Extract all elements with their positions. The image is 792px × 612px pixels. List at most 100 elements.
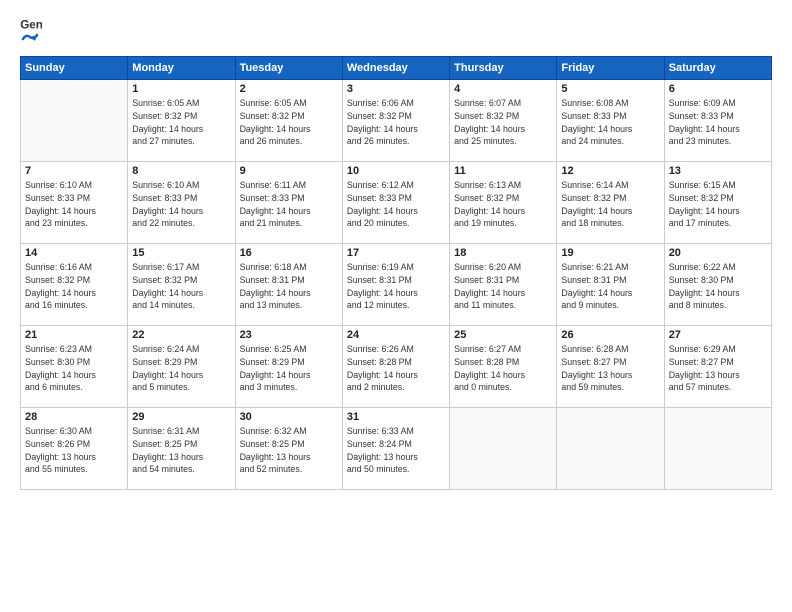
day-number: 19: [561, 247, 659, 259]
day-number: 12: [561, 165, 659, 177]
calendar-cell: 4 Sunrise: 6:07 AM Sunset: 8:32 PM Daylig…: [450, 80, 557, 162]
day-info: Sunrise: 6:16 AM Sunset: 8:32 PM Dayligh…: [25, 261, 123, 312]
day-info: Sunrise: 6:28 AM Sunset: 8:27 PM Dayligh…: [561, 343, 659, 394]
calendar-week-5: 28Sunrise: 6:30 AM Sunset: 8:26 PM Dayli…: [21, 408, 772, 490]
weekday-header-row: Sunday Monday Tuesday Wednesday Thursday…: [21, 57, 772, 80]
day-info: Sunrise: 6:24 AM Sunset: 8:29 PM Dayligh…: [132, 343, 230, 394]
calendar-cell: 31 Sunrise: 6:33 AM Sunset: 8:24 PM Dayli…: [342, 408, 449, 490]
calendar-cell: 19 Sunrise: 6:21 AM Sunset: 8:31 PM Dayli…: [557, 244, 664, 326]
day-number: 25: [454, 329, 552, 341]
calendar-cell: 18 Sunrise: 6:20 AM Sunset: 8:31 PM Dayli…: [450, 244, 557, 326]
day-info: Sunrise: 6:05 AM Sunset: 8:32 PM Dayligh…: [240, 97, 338, 148]
day-info: Sunrise: 6:21 AM Sunset: 8:31 PM Dayligh…: [561, 261, 659, 312]
day-number: 26: [561, 329, 659, 341]
calendar-cell: 20Sunrise: 6:22 AM Sunset: 8:30 PM Dayli…: [664, 244, 771, 326]
header-sunday: Sunday: [21, 57, 128, 80]
calendar-cell: 25 Sunrise: 6:27 AM Sunset: 8:28 PM Dayli…: [450, 326, 557, 408]
calendar-cell: 10Sunrise: 6:12 AM Sunset: 8:33 PM Dayli…: [342, 162, 449, 244]
day-info: Sunrise: 6:09 AM Sunset: 8:33 PM Dayligh…: [669, 97, 767, 148]
calendar-cell: 30 Sunrise: 6:32 AM Sunset: 8:25 PM Dayli…: [235, 408, 342, 490]
day-number: 5: [561, 83, 659, 95]
day-number: 16: [240, 247, 338, 259]
header-thursday: Thursday: [450, 57, 557, 80]
logo: General: [20, 16, 42, 46]
day-number: 17: [347, 247, 445, 259]
day-number: 3: [347, 83, 445, 95]
header-tuesday: Tuesday: [235, 57, 342, 80]
calendar-cell: 7 Sunrise: 6:10 AM Sunset: 8:33 PM Daylig…: [21, 162, 128, 244]
calendar-cell: 3 Sunrise: 6:06 AM Sunset: 8:32 PM Daylig…: [342, 80, 449, 162]
day-info: Sunrise: 6:33 AM Sunset: 8:24 PM Dayligh…: [347, 425, 445, 476]
header-wednesday: Wednesday: [342, 57, 449, 80]
day-number: 6: [669, 83, 767, 95]
calendar-week-1: 1 Sunrise: 6:05 AM Sunset: 8:32 PM Daylig…: [21, 80, 772, 162]
day-number: 15: [132, 247, 230, 259]
day-number: 22: [132, 329, 230, 341]
day-info: Sunrise: 6:14 AM Sunset: 8:32 PM Dayligh…: [561, 179, 659, 230]
day-number: 13: [669, 165, 767, 177]
calendar-cell: 29 Sunrise: 6:31 AM Sunset: 8:25 PM Dayli…: [128, 408, 235, 490]
calendar-cell: 22 Sunrise: 6:24 AM Sunset: 8:29 PM Dayli…: [128, 326, 235, 408]
day-number: 18: [454, 247, 552, 259]
day-number: 24: [347, 329, 445, 341]
calendar-cell: 12 Sunrise: 6:14 AM Sunset: 8:32 PM Dayli…: [557, 162, 664, 244]
day-info: Sunrise: 6:15 AM Sunset: 8:32 PM Dayligh…: [669, 179, 767, 230]
logo-wave-icon: [21, 32, 39, 46]
calendar-cell: [557, 408, 664, 490]
calendar-cell: 2 Sunrise: 6:05 AM Sunset: 8:32 PM Daylig…: [235, 80, 342, 162]
calendar-cell: [664, 408, 771, 490]
day-number: 30: [240, 411, 338, 423]
day-info: Sunrise: 6:17 AM Sunset: 8:32 PM Dayligh…: [132, 261, 230, 312]
day-info: Sunrise: 6:23 AM Sunset: 8:30 PM Dayligh…: [25, 343, 123, 394]
day-info: Sunrise: 6:13 AM Sunset: 8:32 PM Dayligh…: [454, 179, 552, 230]
calendar-cell: 6 Sunrise: 6:09 AM Sunset: 8:33 PM Daylig…: [664, 80, 771, 162]
header: General: [20, 16, 772, 46]
calendar-cell: 24 Sunrise: 6:26 AM Sunset: 8:28 PM Dayli…: [342, 326, 449, 408]
day-number: 29: [132, 411, 230, 423]
calendar-cell: 27 Sunrise: 6:29 AM Sunset: 8:27 PM Dayli…: [664, 326, 771, 408]
day-info: Sunrise: 6:29 AM Sunset: 8:27 PM Dayligh…: [669, 343, 767, 394]
calendar-cell: [21, 80, 128, 162]
calendar-page: General Sunday Monday Tuesday We: [0, 0, 792, 612]
day-number: 23: [240, 329, 338, 341]
calendar-cell: 16 Sunrise: 6:18 AM Sunset: 8:31 PM Dayli…: [235, 244, 342, 326]
calendar-cell: 15 Sunrise: 6:17 AM Sunset: 8:32 PM Dayli…: [128, 244, 235, 326]
calendar-cell: 23Sunrise: 6:25 AM Sunset: 8:29 PM Dayli…: [235, 326, 342, 408]
day-number: 11: [454, 165, 552, 177]
day-info: Sunrise: 6:06 AM Sunset: 8:32 PM Dayligh…: [347, 97, 445, 148]
calendar-cell: 13 Sunrise: 6:15 AM Sunset: 8:32 PM Dayli…: [664, 162, 771, 244]
day-info: Sunrise: 6:07 AM Sunset: 8:32 PM Dayligh…: [454, 97, 552, 148]
day-info: Sunrise: 6:18 AM Sunset: 8:31 PM Dayligh…: [240, 261, 338, 312]
calendar-cell: 14Sunrise: 6:16 AM Sunset: 8:32 PM Dayli…: [21, 244, 128, 326]
calendar-cell: 9 Sunrise: 6:11 AM Sunset: 8:33 PM Daylig…: [235, 162, 342, 244]
day-info: Sunrise: 6:08 AM Sunset: 8:33 PM Dayligh…: [561, 97, 659, 148]
calendar-week-2: 7 Sunrise: 6:10 AM Sunset: 8:33 PM Daylig…: [21, 162, 772, 244]
day-number: 7: [25, 165, 123, 177]
day-info: Sunrise: 6:27 AM Sunset: 8:28 PM Dayligh…: [454, 343, 552, 394]
day-info: Sunrise: 6:26 AM Sunset: 8:28 PM Dayligh…: [347, 343, 445, 394]
day-info: Sunrise: 6:32 AM Sunset: 8:25 PM Dayligh…: [240, 425, 338, 476]
day-number: 2: [240, 83, 338, 95]
calendar-table: Sunday Monday Tuesday Wednesday Thursday…: [20, 56, 772, 490]
day-info: Sunrise: 6:20 AM Sunset: 8:31 PM Dayligh…: [454, 261, 552, 312]
calendar-cell: [450, 408, 557, 490]
day-info: Sunrise: 6:22 AM Sunset: 8:30 PM Dayligh…: [669, 261, 767, 312]
day-number: 1: [132, 83, 230, 95]
day-number: 9: [240, 165, 338, 177]
day-info: Sunrise: 6:31 AM Sunset: 8:25 PM Dayligh…: [132, 425, 230, 476]
day-number: 28: [25, 411, 123, 423]
header-friday: Friday: [557, 57, 664, 80]
calendar-cell: 1 Sunrise: 6:05 AM Sunset: 8:32 PM Daylig…: [128, 80, 235, 162]
calendar-cell: 28Sunrise: 6:30 AM Sunset: 8:26 PM Dayli…: [21, 408, 128, 490]
day-info: Sunrise: 6:11 AM Sunset: 8:33 PM Dayligh…: [240, 179, 338, 230]
day-number: 31: [347, 411, 445, 423]
calendar-week-4: 21 Sunrise: 6:23 AM Sunset: 8:30 PM Dayli…: [21, 326, 772, 408]
day-number: 21: [25, 329, 123, 341]
day-number: 4: [454, 83, 552, 95]
day-number: 8: [132, 165, 230, 177]
header-saturday: Saturday: [664, 57, 771, 80]
day-number: 27: [669, 329, 767, 341]
day-info: Sunrise: 6:10 AM Sunset: 8:33 PM Dayligh…: [25, 179, 123, 230]
calendar-cell: 26 Sunrise: 6:28 AM Sunset: 8:27 PM Dayli…: [557, 326, 664, 408]
day-info: Sunrise: 6:05 AM Sunset: 8:32 PM Dayligh…: [132, 97, 230, 148]
